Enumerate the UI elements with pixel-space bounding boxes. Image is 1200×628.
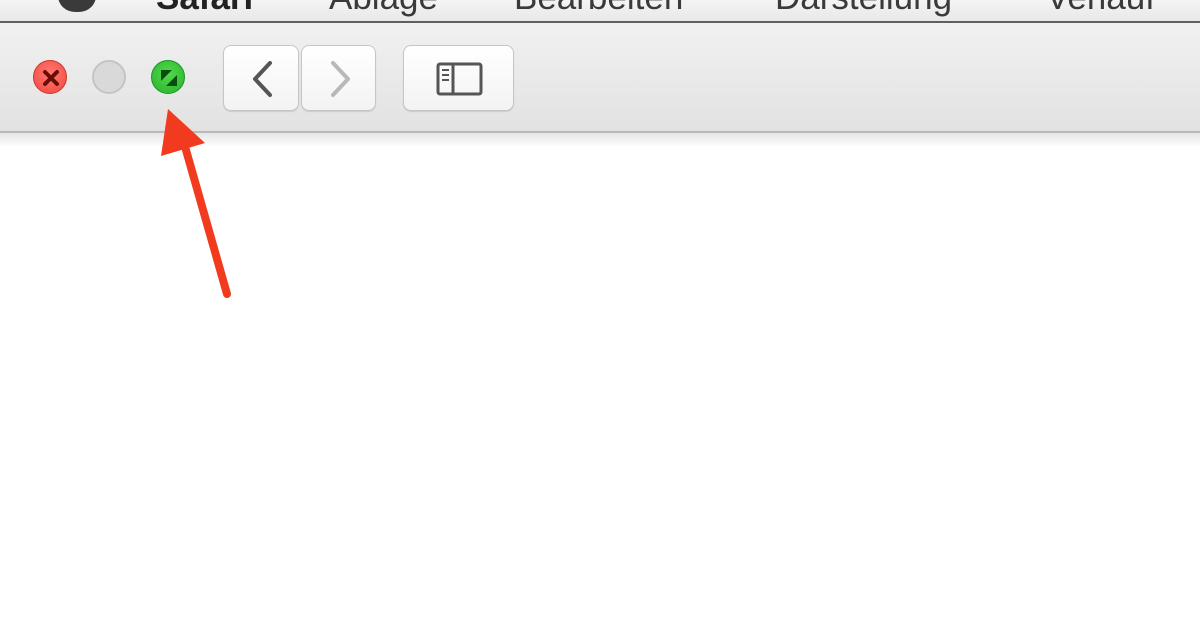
close-button[interactable] (33, 60, 67, 94)
menu-app-name[interactable]: Safari (156, 0, 253, 18)
menu-bar: Safari Ablage Bearbeiten Darstellung Ver… (0, 0, 1200, 23)
forward-button[interactable] (301, 45, 376, 111)
chevron-left-icon (253, 61, 272, 97)
menu-item-bearbeiten[interactable]: Bearbeiten (514, 0, 683, 18)
chevron-right-icon (331, 61, 350, 97)
sidebar-toggle-button[interactable] (403, 45, 514, 111)
sidebar-icon (436, 62, 483, 96)
close-icon (43, 70, 59, 86)
back-button[interactable] (223, 45, 299, 111)
menu-item-verlauf[interactable]: Verlauf (1046, 0, 1155, 18)
apple-icon[interactable] (58, 0, 96, 12)
zoom-button[interactable] (151, 60, 185, 94)
menu-item-ablage[interactable]: Ablage (329, 0, 438, 18)
safari-window: Safari Ablage Bearbeiten Darstellung Ver… (0, 0, 1200, 628)
toolbar (0, 23, 1200, 133)
minimize-button[interactable] (92, 60, 126, 94)
menu-item-darstellung[interactable]: Darstellung (775, 0, 952, 18)
fullscreen-icon (161, 70, 177, 86)
toolbar-shadow (0, 133, 1200, 147)
